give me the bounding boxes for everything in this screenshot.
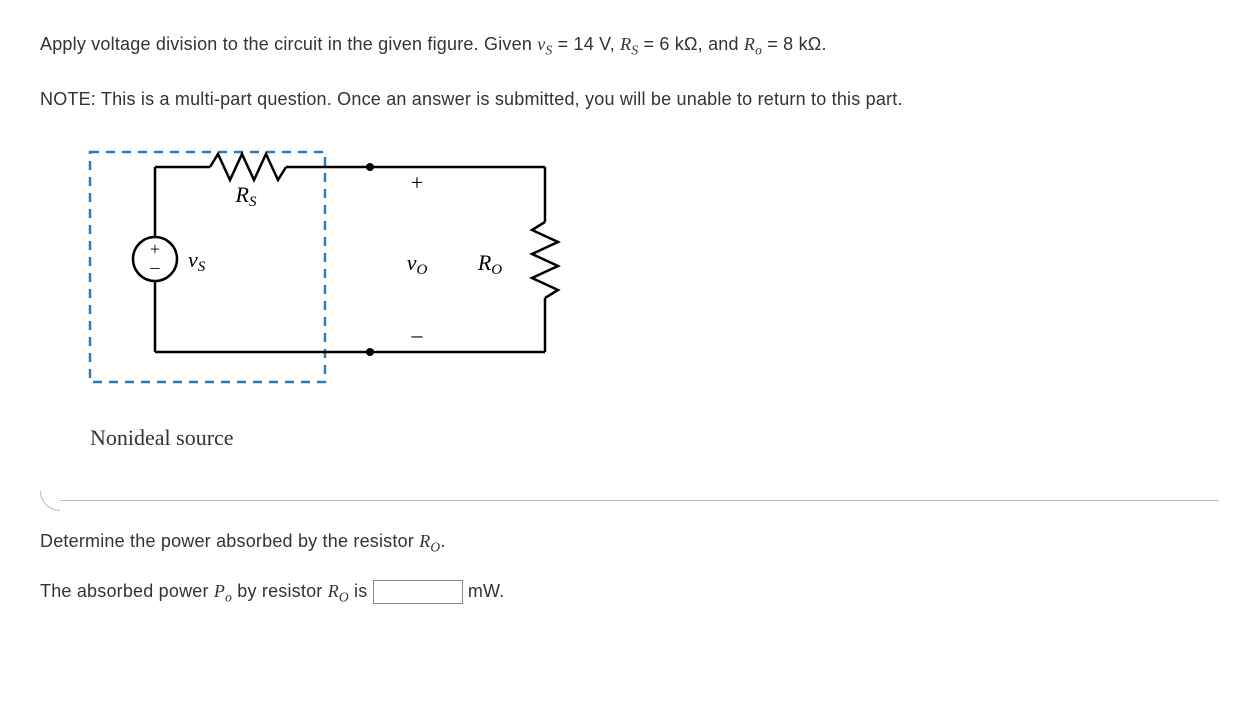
circuit-svg: + – RS vS + vO – RO [70,142,570,412]
answer-before: The absorbed power [40,580,214,600]
answer-line: The absorbed power Po by resistor RO is … [40,580,1219,605]
eq1: = 14 V, [552,34,620,54]
nonideal-source-box [90,152,325,382]
question-prompt: Apply voltage division to the circuit in… [40,30,1219,61]
question-subpart: Determine the power absorbed by the resi… [40,531,1219,556]
figure-caption: Nonideal source [90,425,1219,451]
source-minus: – [150,257,161,277]
resistor-ro [532,222,558,298]
answer-is: is [349,580,373,600]
circuit-figure: + – RS vS + vO – RO Nonideal source [70,142,1219,451]
vs-label: vS [188,247,206,275]
po-label: P [214,580,225,600]
eq3: = 8 kΩ. [762,34,827,54]
vo-plus: + [411,170,423,195]
source-plus: + [150,239,160,259]
prompt-text-1: Apply voltage division to the circuit in… [40,34,537,54]
subpart-before: Determine the power absorbed by the resi… [40,531,419,551]
answer-mid: by resistor [232,580,328,600]
ro-label: RO [477,250,502,278]
divider-curve [40,491,60,511]
answer-input[interactable] [373,580,463,604]
vo-label: vO [407,250,428,278]
answer-ro: R [328,580,339,600]
ro-var: R [744,34,755,54]
subpart-ro: R [419,531,430,551]
answer-unit: mW. [463,580,505,600]
eq2: = 6 kΩ, and [638,34,744,54]
rs-label: RS [235,182,257,210]
note-text: NOTE: This is a multi-part question. Onc… [40,85,1219,114]
subpart-ro-sub: O [430,540,440,555]
resistor-rs [210,154,286,180]
divider-line [60,500,1219,501]
answer-ro-sub: O [339,589,349,604]
vo-minus: – [411,322,424,347]
subpart-after: . [440,531,445,551]
rs-var: R [620,34,631,54]
section-divider [40,491,1219,511]
